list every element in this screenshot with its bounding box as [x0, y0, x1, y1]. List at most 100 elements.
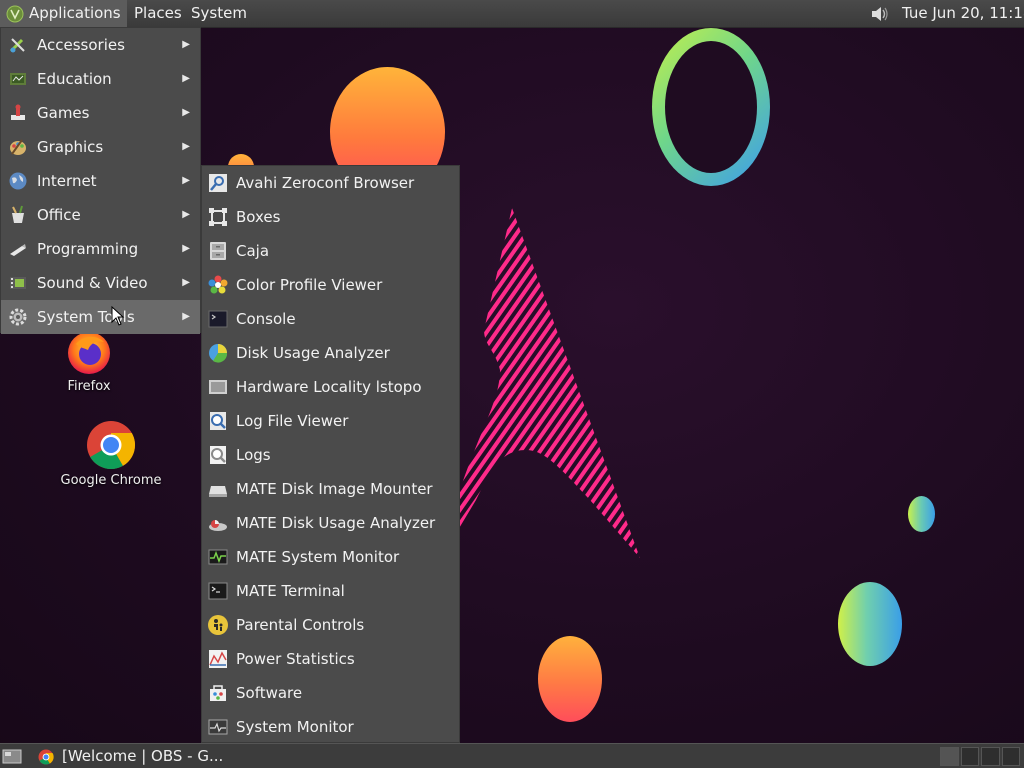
menu-item-programming[interactable]: Programming ▶: [1, 232, 200, 266]
menu-item-logs[interactable]: Logs: [202, 438, 459, 472]
menu-item-label: Console: [236, 310, 296, 328]
taskbar-window-button[interactable]: [Welcome | OBS - G...: [30, 744, 230, 768]
submenu-arrow-icon: ▶: [182, 39, 190, 50]
mate-disk-usage-icon: [209, 520, 227, 531]
log-file-viewer-icon: [210, 412, 226, 430]
console-icon: [208, 310, 228, 328]
places-menu-button[interactable]: Places: [128, 0, 188, 27]
menu-item-label: Programming: [37, 240, 139, 258]
menu-item-label: Logs: [236, 446, 271, 464]
menu-item-label: Internet: [37, 172, 97, 190]
office-icon: [12, 205, 24, 223]
menu-item-caja[interactable]: Caja: [202, 234, 459, 268]
applications-label: Applications: [29, 4, 121, 22]
menu-item-color-profile-viewer[interactable]: Color Profile Viewer: [202, 268, 459, 302]
mate-system-monitor-icon: [208, 549, 228, 565]
menu-item-label: Office: [37, 206, 81, 224]
menu-item-system-monitor[interactable]: System Monitor: [202, 710, 459, 744]
workspace-3[interactable]: [981, 747, 1000, 766]
menu-item-label: Boxes: [236, 208, 281, 226]
desktop-icon-label: Google Chrome: [60, 473, 162, 488]
graphics-icon: [10, 139, 26, 155]
accessories-icon: [9, 38, 25, 53]
mouse-cursor-icon: [111, 306, 125, 326]
menu-item-system-tools[interactable]: System Tools ▶: [1, 300, 200, 334]
menu-item-label: Power Statistics: [236, 650, 355, 668]
menu-item-label: Accessories: [37, 36, 125, 54]
menu-item-mate-disk-image-mounter[interactable]: MATE Disk Image Mounter: [202, 472, 459, 506]
menu-item-boxes[interactable]: Boxes: [202, 200, 459, 234]
terminal-icon: [208, 582, 228, 600]
menu-item-label: Sound & Video: [37, 274, 148, 292]
desktop-icon-chrome[interactable]: Google Chrome: [50, 420, 172, 488]
workspace-4[interactable]: [1001, 747, 1020, 766]
submenu-arrow-icon: ▶: [182, 311, 190, 322]
menu-item-mate-disk-usage-analyzer[interactable]: MATE Disk Usage Analyzer: [202, 506, 459, 540]
chrome-icon: [87, 421, 136, 470]
wallpaper-gradient-ring: [652, 28, 770, 186]
menu-item-power-statistics[interactable]: Power Statistics: [202, 642, 459, 676]
menu-item-label: Software: [236, 684, 303, 702]
show-desktop-icon[interactable]: [2, 748, 22, 765]
system-menu-button[interactable]: System: [185, 0, 253, 27]
internet-icon: [9, 172, 27, 190]
menu-item-games[interactable]: Games ▶: [1, 96, 200, 130]
menu-item-hardware-locality-lstopo[interactable]: Hardware Locality lstopo: [202, 370, 459, 404]
programming-icon: [10, 244, 26, 256]
wallpaper-small-blue-circle: [908, 496, 935, 532]
menu-item-label: Disk Usage Analyzer: [236, 344, 390, 362]
system-monitor-icon: [208, 719, 228, 735]
menu-item-disk-usage-analyzer[interactable]: Disk Usage Analyzer: [202, 336, 459, 370]
workspace-2[interactable]: [960, 747, 979, 766]
menu-item-label: MATE Disk Usage Analyzer: [236, 514, 436, 532]
menu-item-console[interactable]: Console: [202, 302, 459, 336]
menu-item-label: System Monitor: [236, 718, 354, 736]
menu-item-label: Color Profile Viewer: [236, 276, 383, 294]
workspace-switcher[interactable]: [940, 747, 1020, 766]
submenu-arrow-icon: ▶: [182, 175, 190, 186]
places-label: Places: [134, 4, 182, 22]
workspace-1[interactable]: [940, 747, 959, 766]
software-icon: [210, 685, 226, 701]
logs-icon: [210, 446, 226, 464]
menu-item-label: Avahi Zeroconf Browser: [236, 174, 415, 192]
menu-item-education[interactable]: Education ▶: [1, 62, 200, 96]
menu-item-office[interactable]: Office ▶: [1, 198, 200, 232]
submenu-arrow-icon: ▶: [182, 209, 190, 220]
mate-logo-icon: [6, 5, 24, 22]
menu-item-graphics[interactable]: Graphics ▶: [1, 130, 200, 164]
desktop-icon-firefox[interactable]: Firefox: [48, 330, 130, 394]
menu-item-avahi-zeroconf-browser[interactable]: Avahi Zeroconf Browser: [202, 166, 459, 200]
arch-logo-icon: [440, 208, 640, 560]
menu-item-sound-video[interactable]: Sound & Video ▶: [1, 266, 200, 300]
system-tools-submenu: Avahi Zeroconf Browser Boxes Caja Color …: [201, 165, 460, 743]
education-icon: [10, 73, 26, 85]
submenu-arrow-icon: ▶: [182, 243, 190, 254]
menu-item-label: Education: [37, 70, 112, 88]
menu-item-log-file-viewer[interactable]: Log File Viewer: [202, 404, 459, 438]
menu-item-label: Caja: [236, 242, 270, 260]
menu-item-mate-terminal[interactable]: MATE Terminal: [202, 574, 459, 608]
menu-item-software[interactable]: Software: [202, 676, 459, 710]
panel-clock[interactable]: Tue Jun 20, 11:18: [902, 0, 1024, 27]
chrome-icon: [38, 749, 54, 765]
wallpaper-bottom-orange-circle: [538, 636, 602, 722]
menu-item-label: Graphics: [37, 138, 104, 156]
submenu-arrow-icon: ▶: [182, 277, 190, 288]
volume-icon[interactable]: [869, 4, 889, 24]
applications-menu-button[interactable]: Applications: [0, 0, 127, 27]
menu-item-label: Games: [37, 104, 90, 122]
menu-item-label: MATE System Monitor: [236, 548, 400, 566]
submenu-arrow-icon: ▶: [182, 107, 190, 118]
menu-item-label: Parental Controls: [236, 616, 365, 634]
menu-item-mate-system-monitor[interactable]: MATE System Monitor: [202, 540, 459, 574]
taskbar-window-title: [Welcome | OBS - G...: [62, 747, 224, 765]
menu-item-label: MATE Terminal: [236, 582, 345, 600]
parental-controls-icon: [208, 615, 228, 635]
hardware-locality-icon: [209, 380, 227, 394]
top-panel: Applications Places System Tue Jun 20, 1…: [0, 0, 1024, 28]
menu-item-internet[interactable]: Internet ▶: [1, 164, 200, 198]
menu-item-parental-controls[interactable]: Parental Controls: [202, 608, 459, 642]
menu-item-accessories[interactable]: Accessories ▶: [1, 28, 200, 62]
menu-item-label: Hardware Locality lstopo: [236, 378, 422, 396]
